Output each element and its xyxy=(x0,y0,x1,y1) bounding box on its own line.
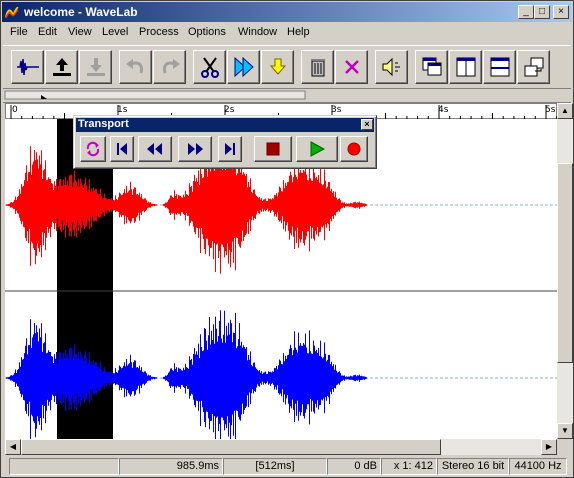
loop-icon xyxy=(86,141,100,157)
ruler-label-3s: 3s xyxy=(331,105,342,115)
speaker-icon xyxy=(382,57,400,77)
fast-forward-icon xyxy=(188,143,203,155)
status-bar: 985.9ms [512ms] 0 dB x 1: 412 Stereo 16 … xyxy=(3,457,573,476)
horizontal-scrollbar[interactable]: ◀ ▶ xyxy=(5,439,557,455)
open-icon xyxy=(53,58,71,76)
transport-title-bar[interactable]: Transport xyxy=(76,118,374,132)
menu-help[interactable]: Help xyxy=(287,26,310,38)
undo-icon xyxy=(126,59,143,74)
right-channel-waveform xyxy=(5,310,557,439)
go-to-start-icon xyxy=(117,143,127,155)
trash-icon xyxy=(311,59,325,77)
status-message xyxy=(9,458,119,475)
main-toolbar xyxy=(3,45,571,89)
fast-forward-button[interactable] xyxy=(178,136,212,162)
menu-edit[interactable]: Edit xyxy=(38,26,57,38)
transport-panel: Transport × xyxy=(73,115,377,169)
status-zoom: x 1: 412 xyxy=(381,458,437,475)
transport-title: Transport xyxy=(78,118,129,130)
undo-button[interactable] xyxy=(119,50,152,84)
status-selection-length: [512ms] xyxy=(223,458,327,475)
delete-button[interactable] xyxy=(335,50,368,84)
status-format: Stereo 16 bit xyxy=(437,458,509,475)
play-selection-button[interactable] xyxy=(227,50,260,84)
play-selection-icon xyxy=(234,56,254,78)
transport-close-button[interactable]: × xyxy=(361,119,373,130)
menu-options[interactable]: Options xyxy=(188,26,226,38)
delete-icon xyxy=(345,60,359,74)
status-level: 0 dB xyxy=(327,458,381,475)
trash-button[interactable] xyxy=(301,50,334,84)
menu-file[interactable]: File xyxy=(10,26,28,38)
redo-icon xyxy=(163,59,180,74)
tile-horizontal-icon xyxy=(490,57,510,77)
ruler-label-0: 0 xyxy=(12,105,18,115)
cut-icon xyxy=(201,57,219,78)
horizontal-scroll-thumb[interactable] xyxy=(21,439,441,455)
menu-bar: File Edit View Level Process Options Win… xyxy=(2,23,572,42)
window-cascade-icon xyxy=(422,57,442,76)
rewind-icon xyxy=(147,143,162,155)
minimize-button[interactable]: _ xyxy=(518,5,534,19)
go-to-start-button[interactable] xyxy=(110,136,134,162)
go-to-end-button[interactable] xyxy=(218,136,242,162)
menu-view[interactable]: View xyxy=(68,26,92,38)
tile-vertical-icon xyxy=(456,57,476,77)
ruler-header-strip xyxy=(3,89,571,103)
scroll-left-button[interactable]: ◀ xyxy=(5,439,21,455)
ruler-label-4s: 4s xyxy=(438,105,449,115)
cut-button[interactable] xyxy=(193,50,226,84)
status-cursor-time: 985.9ms xyxy=(119,458,223,475)
close-button[interactable]: × xyxy=(553,5,569,19)
speaker-button[interactable] xyxy=(375,50,408,84)
wavelab-window: welcome - WaveLab _ □ × File Edit View L… xyxy=(0,0,574,478)
cascade-button[interactable] xyxy=(415,50,448,84)
scroll-right-button[interactable]: ▶ xyxy=(541,439,557,455)
status-sample-rate: 44100 Hz xyxy=(509,458,567,475)
play-icon xyxy=(310,141,325,157)
record-icon xyxy=(347,142,361,156)
scroll-up-button[interactable]: ▲ xyxy=(557,103,573,119)
wavelab-logo-icon xyxy=(5,7,19,19)
play-button[interactable] xyxy=(296,136,338,162)
menu-level[interactable]: Level xyxy=(102,26,128,38)
redo-button[interactable] xyxy=(153,50,186,84)
stop-button[interactable] xyxy=(254,136,292,162)
stop-icon xyxy=(266,142,280,156)
record-button[interactable] xyxy=(340,136,368,162)
title-bar[interactable]: welcome - WaveLab _ □ × xyxy=(2,2,572,22)
new-wave-button[interactable] xyxy=(11,50,44,84)
scroll-down-button[interactable]: ▼ xyxy=(557,423,573,439)
arrange-button[interactable] xyxy=(517,50,550,84)
vertical-scrollbar[interactable]: ▲ ▼ xyxy=(557,103,573,439)
menu-window[interactable]: Window xyxy=(238,26,277,38)
open-button[interactable] xyxy=(45,50,78,84)
rewind-button[interactable] xyxy=(138,136,172,162)
ruler-label-1s: 1s xyxy=(117,105,128,115)
save-icon xyxy=(87,58,105,76)
menu-process[interactable]: Process xyxy=(139,26,179,38)
tile-vertical-button[interactable] xyxy=(449,50,482,84)
ruler-label-2s: 2s xyxy=(224,105,235,115)
new-wave-icon xyxy=(17,58,39,76)
paste-icon xyxy=(269,58,287,75)
scroll-position-indicator xyxy=(4,90,306,100)
vertical-scroll-thumb[interactable] xyxy=(557,163,573,363)
paste-button[interactable] xyxy=(261,50,294,84)
maximize-button[interactable]: □ xyxy=(534,5,550,19)
tile-horizontal-button[interactable] xyxy=(483,50,516,84)
save-button[interactable] xyxy=(79,50,112,84)
go-to-end-icon xyxy=(225,143,235,155)
right-channel-waveform-samples xyxy=(6,310,367,439)
ruler-label-5s: 5s xyxy=(545,105,556,115)
window-title: welcome - WaveLab xyxy=(24,5,138,19)
arrange-icon xyxy=(524,57,544,77)
loop-button[interactable] xyxy=(80,136,106,162)
